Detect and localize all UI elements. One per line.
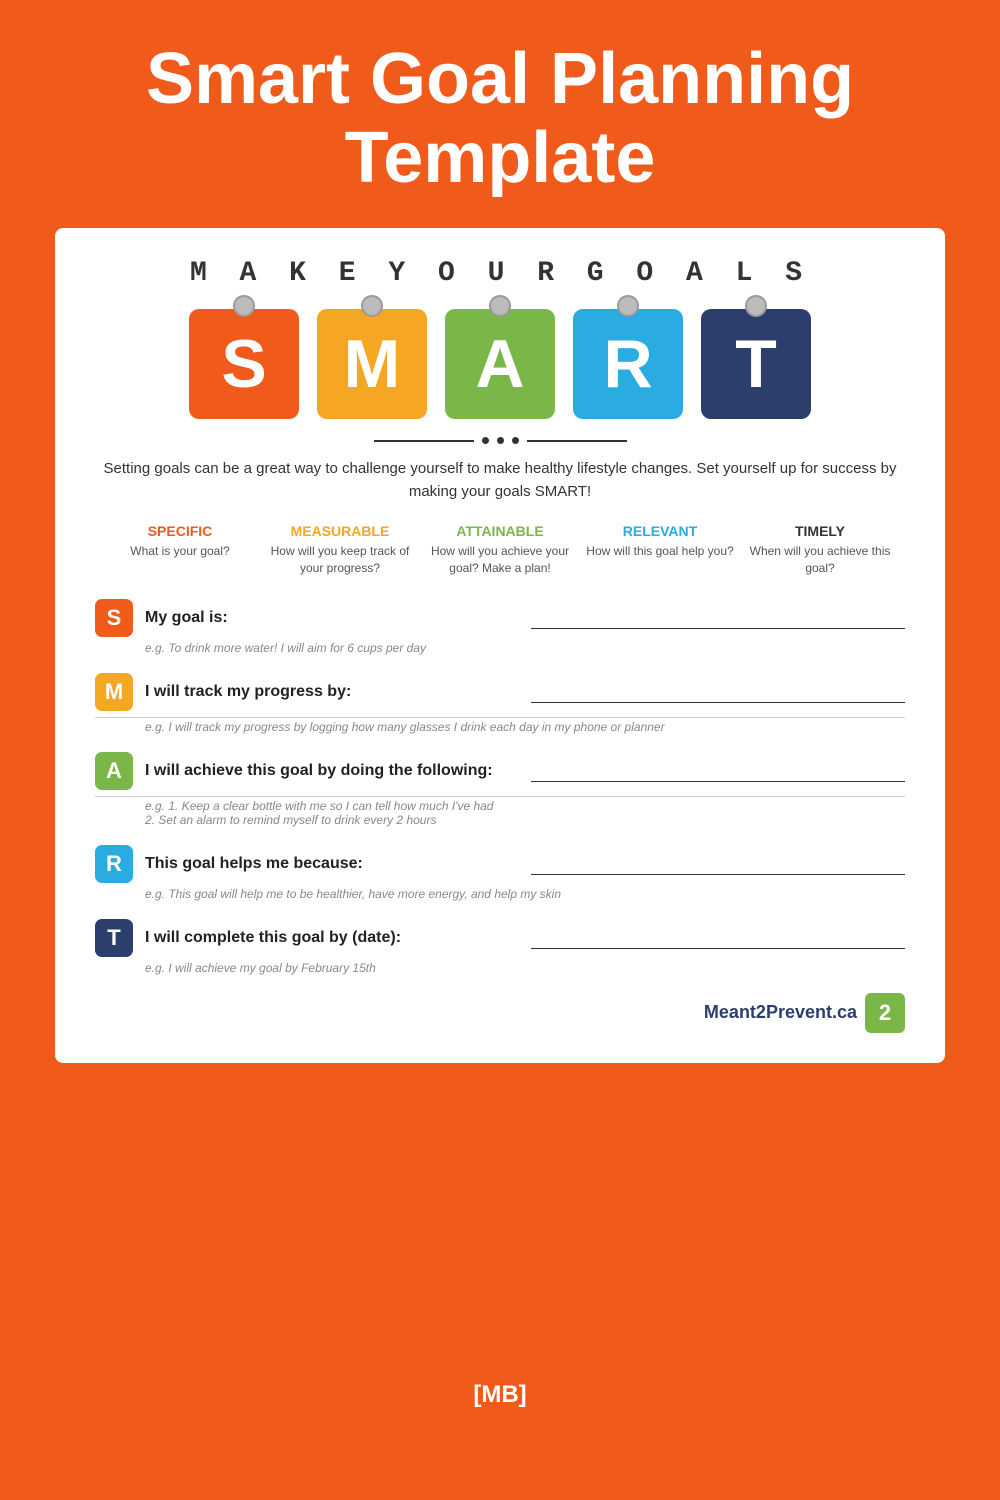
pin-m [361,295,383,317]
form-section-t: T I will complete this goal by (date): e… [95,919,905,975]
brand-text: Meant2Prevent.ca [704,1002,857,1023]
divider-dot-2 [497,437,504,444]
letter-m: M [344,325,401,403]
letter-t: T [735,325,777,403]
letter-r-box: R [573,309,683,419]
letter-t-box: T [701,309,811,419]
divider-line-right [527,440,627,442]
form-input-r[interactable] [531,853,905,875]
dots-divider [95,437,905,444]
pin-t [745,295,767,317]
bottom-badge-text: [MB] [473,1381,526,1409]
form-badge-s: S [95,599,133,637]
def-timely: TIMELY When will you achieve this goal? [740,523,900,577]
form-label-t: I will complete this goal by (date): [145,929,519,947]
form-row-a: A I will achieve this goal by doing the … [95,752,905,790]
def-specific: SPECIFIC What is your goal? [100,523,260,577]
form-input-s[interactable] [531,607,905,629]
form-badge-m: M [95,673,133,711]
orange-curve-decoration [0,1180,1000,1340]
pin-r [617,295,639,317]
letter-a-box: A [445,309,555,419]
page-title: Smart Goal Planning Template [60,40,940,198]
smart-letters-row: S M A R T [95,309,905,419]
def-timely-desc: When will you achieve this goal? [740,543,900,577]
form-row-t: T I will complete this goal by (date): [95,919,905,957]
letter-s: S [221,325,266,403]
def-specific-title: SPECIFIC [100,523,260,539]
form-example-s: e.g. To drink more water! I will aim for… [145,641,905,655]
main-card: M A K E Y O U R G O A L S S M A R T [55,228,945,1063]
def-timely-title: TIMELY [740,523,900,539]
form-row-s: S My goal is: [95,599,905,637]
def-attainable: ATTAINABLE How will you achieve your goa… [420,523,580,577]
def-attainable-desc: How will you achieve your goal? Make a p… [420,543,580,577]
form-label-r: This goal helps me because: [145,855,519,873]
brand-badge: 2 [865,993,905,1033]
form-badge-a: A [95,752,133,790]
def-measurable-desc: How will you keep track of your progress… [260,543,420,577]
divider-line-left [374,440,474,442]
form-label-s: My goal is: [145,609,519,627]
form-row-m: M I will track my progress by: [95,673,905,711]
letter-s-box: S [189,309,299,419]
def-measurable-title: MEASURABLE [260,523,420,539]
form-badge-t: T [95,919,133,957]
divider-dot-3 [512,437,519,444]
form-row-r: R This goal helps me because: [95,845,905,883]
form-label-a: I will achieve this goal by doing the fo… [145,762,519,780]
form-input-t[interactable] [531,927,905,949]
form-section-s: S My goal is: e.g. To drink more water! … [95,599,905,655]
smart-definitions-row: SPECIFIC What is your goal? MEASURABLE H… [95,523,905,577]
form-full-line-m [95,717,905,718]
form-example-m: e.g. I will track my progress by logging… [145,720,905,734]
form-example-t: e.g. I will achieve my goal by February … [145,961,905,975]
divider-dot-1 [482,437,489,444]
card-footer: Meant2Prevent.ca 2 [95,993,905,1033]
bottom-circle-badge: [MB] [455,1350,545,1440]
letter-a: A [475,325,524,403]
form-badge-r: R [95,845,133,883]
form-example-r: e.g. This goal will help me to be health… [145,887,905,901]
pin-a [489,295,511,317]
pin-s [233,295,255,317]
form-input-a[interactable] [531,760,905,782]
def-attainable-title: ATTAINABLE [420,523,580,539]
form-section-a: A I will achieve this goal by doing the … [95,752,905,827]
form-section-r: R This goal helps me because: e.g. This … [95,845,905,901]
make-your-goals-text: M A K E Y O U R G O A L S [95,258,905,289]
letter-r: R [603,325,652,403]
form-section-m: M I will track my progress by: e.g. I wi… [95,673,905,734]
def-measurable: MEASURABLE How will you keep track of yo… [260,523,420,577]
form-input-m[interactable] [531,681,905,703]
form-label-m: I will track my progress by: [145,683,519,701]
letter-m-box: M [317,309,427,419]
page-header: Smart Goal Planning Template [0,0,1000,228]
def-relevant: RELEVANT How will this goal help you? [580,523,740,577]
intro-text: Setting goals can be a great way to chal… [95,458,905,503]
form-full-line-a [95,796,905,797]
def-relevant-desc: How will this goal help you? [580,543,740,560]
def-relevant-title: RELEVANT [580,523,740,539]
def-specific-desc: What is your goal? [100,543,260,560]
form-example-a: e.g. 1. Keep a clear bottle with me so I… [145,799,905,827]
